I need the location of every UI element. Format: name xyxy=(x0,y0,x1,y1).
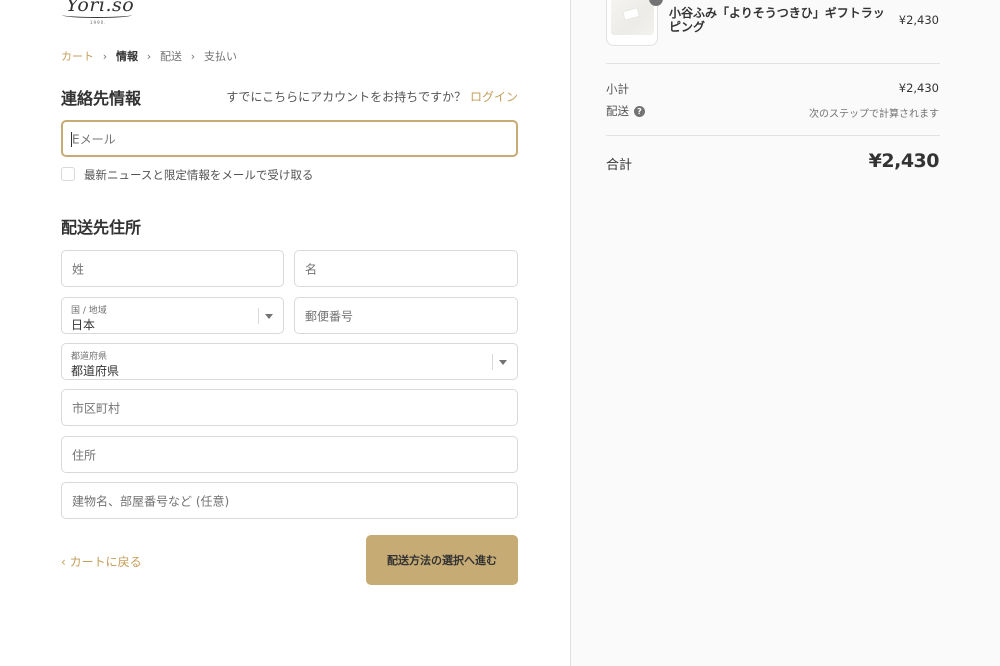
postal-code-placeholder: 郵便番号 xyxy=(305,309,354,323)
country-select[interactable]: 国 / 地域 日本 xyxy=(61,297,284,334)
contact-section-title: 連絡先情報 xyxy=(61,89,142,108)
chevron-left-icon: ‹ xyxy=(61,555,70,569)
address-field[interactable]: 住所 xyxy=(61,436,518,473)
login-link[interactable]: ログイン xyxy=(470,90,518,104)
checkout-main: Yori.so 1990. カート › 情報 › 配送 › 支払い 連絡先情報 … xyxy=(0,0,570,666)
help-icon[interactable]: ? xyxy=(634,105,645,117)
first-name-placeholder: 名 xyxy=(305,262,318,276)
summary-divider xyxy=(606,63,940,64)
product-image-detail xyxy=(621,7,641,21)
breadcrumb-information: 情報 xyxy=(116,50,138,63)
shipping-label-text: 配送 xyxy=(606,104,629,118)
order-summary: 小谷ふみ「よりそうつきひ」ギフトラッピング ¥2,430 小計 ¥2,430 配… xyxy=(570,0,1000,666)
select-divider xyxy=(492,354,493,370)
breadcrumb-payment: 支払い xyxy=(204,50,237,63)
product-name: 小谷ふみ「よりそうつきひ」ギフトラッピング xyxy=(669,6,885,34)
city-field[interactable]: 市区町村 xyxy=(61,389,518,426)
summary-divider xyxy=(606,135,940,136)
continue-button-label: 配送方法の選択へ進む xyxy=(387,554,497,567)
prefecture-label: 都道府県 xyxy=(71,352,108,362)
email-field[interactable]: Eメール xyxy=(61,120,518,157)
logo-swoosh xyxy=(62,12,132,18)
country-label: 国 / 地域 xyxy=(71,306,107,316)
email-placeholder: Eメール xyxy=(72,132,116,146)
shipping-value: 次のステップで計算されます xyxy=(809,109,939,120)
logo-sub: 1990. xyxy=(90,20,107,25)
back-to-cart-label: カートに戻る xyxy=(69,555,142,569)
address-placeholder: 住所 xyxy=(72,448,97,462)
last-name-field[interactable]: 姓 xyxy=(61,250,284,287)
last-name-placeholder: 姓 xyxy=(72,262,85,276)
chevron-right-icon: › xyxy=(102,49,108,63)
product-image xyxy=(611,0,654,35)
have-account-prompt: すでにこちらにアカウントをお持ちですか？ ログイン xyxy=(226,88,518,105)
shipping-label: 配送 ? xyxy=(606,103,645,119)
subtotal-label: 小計 xyxy=(606,81,629,97)
chevron-down-icon xyxy=(499,360,507,365)
breadcrumb-shipping: 配送 xyxy=(160,50,182,63)
product-thumbnail xyxy=(606,0,658,46)
back-to-cart-link[interactable]: ‹ カートに戻る xyxy=(61,553,142,570)
select-divider xyxy=(258,308,259,324)
first-name-field[interactable]: 名 xyxy=(294,250,518,287)
product-price: ¥2,430 xyxy=(898,13,939,27)
have-account-text: すでにこちらにアカウントをお持ちですか？ xyxy=(226,90,467,104)
prefecture-select[interactable]: 都道府県 都道府県 xyxy=(61,343,518,380)
shipping-section-title: 配送先住所 xyxy=(61,218,142,237)
prefecture-value: 都道府県 xyxy=(71,364,120,378)
city-placeholder: 市区町村 xyxy=(72,401,121,415)
total-value: ¥2,430 xyxy=(868,150,940,172)
country-value: 日本 xyxy=(71,318,96,332)
building-field[interactable]: 建物名、部屋番号など (任意) xyxy=(61,482,518,519)
chevron-down-icon xyxy=(265,314,273,319)
building-placeholder: 建物名、部屋番号など (任意) xyxy=(72,494,230,508)
total-label: 合計 xyxy=(606,158,633,173)
newsletter-label[interactable]: 最新ニュースと限定情報をメールで受け取る xyxy=(84,167,313,183)
breadcrumb-cart[interactable]: カート xyxy=(61,48,94,64)
chevron-right-icon: › xyxy=(190,49,196,63)
breadcrumb: カート › 情報 › 配送 › 支払い xyxy=(61,48,237,64)
newsletter-checkbox[interactable] xyxy=(61,167,75,181)
subtotal-label-text: 小計 xyxy=(606,82,629,96)
subtotal-value: ¥2,430 xyxy=(898,81,939,95)
postal-code-field[interactable]: 郵便番号 xyxy=(294,297,518,334)
continue-to-shipping-button[interactable]: 配送方法の選択へ進む xyxy=(366,535,518,585)
chevron-right-icon: › xyxy=(146,49,152,63)
store-logo[interactable]: Yori.so 1990. xyxy=(62,0,136,32)
